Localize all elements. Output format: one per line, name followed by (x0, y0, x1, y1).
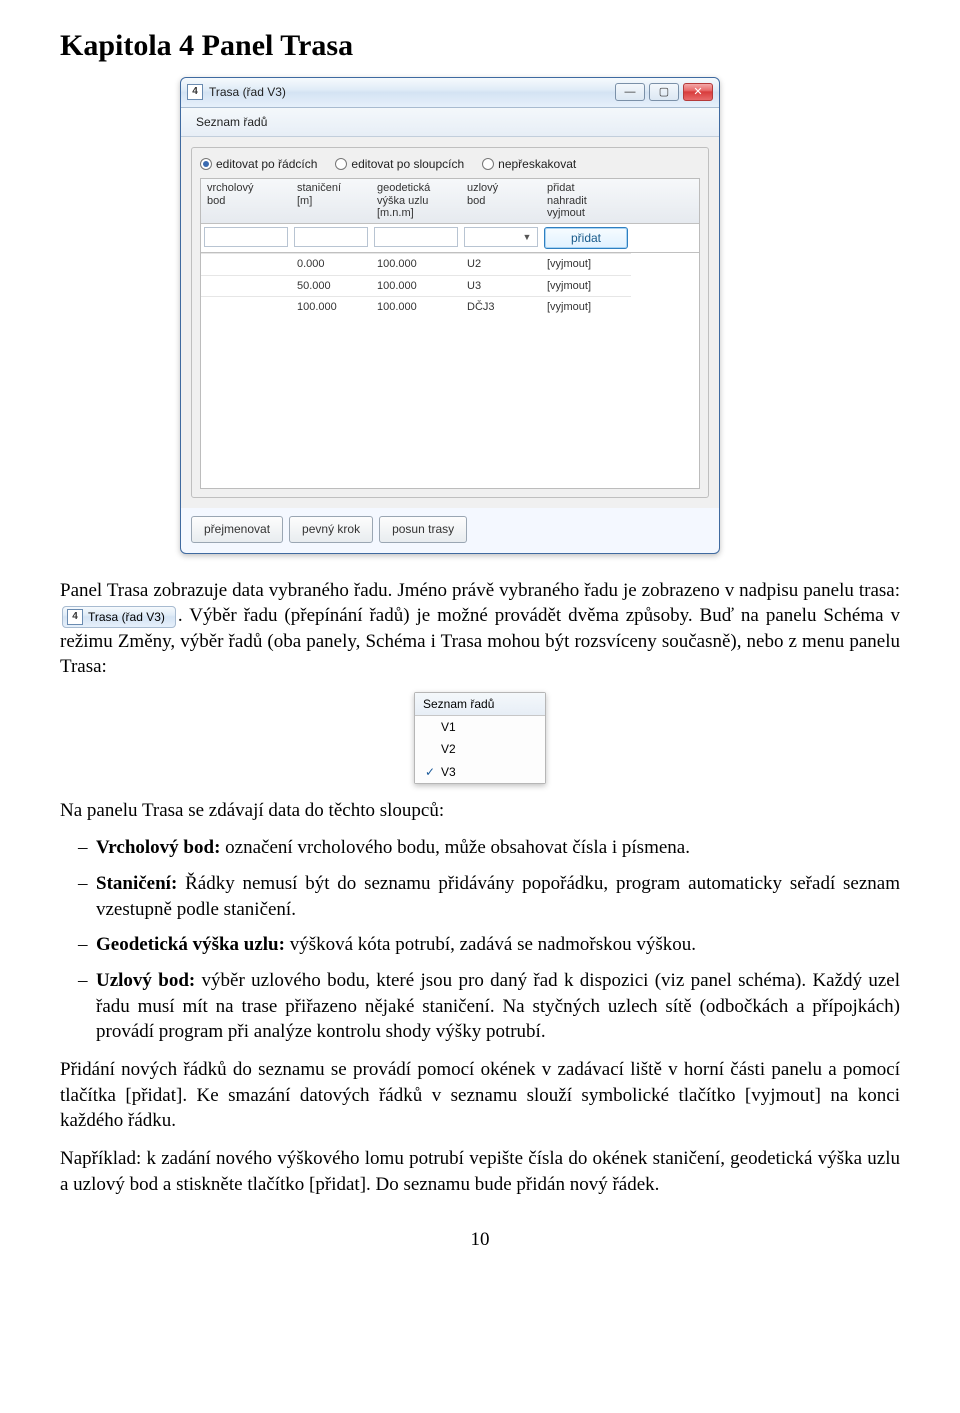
grid-header: vrcholovýbod staničení[m] geodetickávýšk… (201, 179, 699, 224)
data-grid: vrcholovýbod staničení[m] geodetickávýšk… (200, 178, 700, 489)
maximize-button[interactable]: ▢ (649, 83, 679, 101)
edit-group: editovat po řádcích editovat po sloupcíc… (191, 147, 709, 499)
col-vrcholovy-bod: vrcholovýbod (201, 179, 291, 223)
radio-icon (482, 158, 494, 170)
dropdown-option[interactable]: V2 (415, 738, 545, 760)
cell-uzl: DČJ3 (461, 296, 541, 318)
table-row: 50.000 100.000 U3 [vyjmout] (201, 275, 699, 297)
list-item: Uzlový bod: výběr uzlového bodu, které j… (60, 968, 900, 1045)
rename-button[interactable]: přejmenovat (191, 516, 283, 542)
window-title: Trasa (řad V3) (209, 84, 615, 100)
dropdown-header[interactable]: Seznam řadů (415, 693, 545, 716)
col-staniceni: staničení[m] (291, 179, 371, 223)
cell-vyska: 100.000 (371, 296, 461, 318)
inline-title-badge: 4 Trasa (řad V3) (62, 606, 176, 628)
cell-staniceni: 0.000 (291, 253, 371, 275)
menubar: Seznam řadů (181, 108, 719, 137)
table-row: 100.000 100.000 DČJ3 [vyjmout] (201, 296, 699, 318)
paragraph-1: Panel Trasa zobrazuje data vybraného řad… (60, 578, 900, 681)
shift-route-button[interactable]: posun trasy (379, 516, 467, 542)
fixed-step-button[interactable]: pevný krok (289, 516, 373, 542)
check-icon: ✓ (419, 764, 441, 780)
app-icon: 4 (187, 84, 203, 100)
cell-vyska: 100.000 (371, 275, 461, 297)
combo-uzlovy-bod[interactable]: ▼ (464, 227, 538, 247)
cell-uzl: U3 (461, 275, 541, 297)
radio-icon (200, 158, 212, 170)
radio-edit-cols[interactable]: editovat po sloupcích (335, 156, 464, 172)
radio-icon (335, 158, 347, 170)
dropdown-seznam-radu: Seznam řadů V1 V2 ✓ V3 (414, 692, 546, 784)
grid-input-row: ▼ přidat (201, 224, 699, 253)
cell-staniceni: 100.000 (291, 296, 371, 318)
chevron-down-icon: ▼ (520, 230, 534, 244)
menu-seznam-radu[interactable]: Seznam řadů (189, 111, 274, 133)
list-item: Vrcholový bod: označení vrcholového bodu… (60, 835, 900, 861)
add-button[interactable]: přidat (544, 227, 628, 249)
radio-no-skip[interactable]: nepřeskakovat (482, 156, 576, 172)
window-titlebar: 4 Trasa (řad V3) — ▢ ✕ (181, 78, 719, 108)
radio-label: nepřeskakovat (498, 156, 576, 172)
radio-edit-rows[interactable]: editovat po řádcích (200, 156, 317, 172)
window-trasa: 4 Trasa (řad V3) — ▢ ✕ Seznam řadů edito… (180, 77, 720, 554)
chapter-heading: Kapitola 4 Panel Trasa (60, 26, 900, 67)
cell-staniceni: 50.000 (291, 275, 371, 297)
list-item: Staničení: Řádky nemusí být do seznamu p… (60, 871, 900, 922)
col-uzlovy-bod: uzlovýbod (461, 179, 541, 223)
col-geodeticka-vyska: geodetickávýška uzlu[m.n.m] (371, 179, 461, 223)
row-remove-button[interactable]: [vyjmout] (541, 296, 631, 318)
dropdown-option[interactable]: V1 (415, 716, 545, 738)
paragraph-4: Například: k zadání nového výškového lom… (60, 1146, 900, 1197)
page-number: 10 (60, 1227, 900, 1253)
minimize-button[interactable]: — (615, 83, 645, 101)
row-remove-button[interactable]: [vyjmout] (541, 275, 631, 297)
cell-uzl: U2 (461, 253, 541, 275)
list-item: Geodetická výška uzlu: výšková kóta potr… (60, 932, 900, 958)
input-staniceni[interactable] (294, 227, 368, 247)
input-geodeticka-vyska[interactable] (374, 227, 458, 247)
radio-label: editovat po řádcích (216, 156, 317, 172)
bottom-buttons: přejmenovat pevný krok posun trasy (181, 508, 719, 552)
radio-label: editovat po sloupcích (351, 156, 464, 172)
paragraph-3: Přidání nových řádků do seznamu se prová… (60, 1057, 900, 1134)
app-icon: 4 (67, 609, 83, 625)
col-actions: přidatnahraditvyjmout (541, 179, 631, 223)
column-description-list: Vrcholový bod: označení vrcholového bodu… (60, 835, 900, 1044)
dropdown-option[interactable]: ✓ V3 (415, 761, 545, 783)
paragraph-2: Na panelu Trasa se zdávají data do těcht… (60, 798, 900, 824)
close-button[interactable]: ✕ (683, 83, 713, 101)
row-remove-button[interactable]: [vyjmout] (541, 253, 631, 275)
table-row: 0.000 100.000 U2 [vyjmout] (201, 253, 699, 275)
cell-vyska: 100.000 (371, 253, 461, 275)
input-vrcholovy-bod[interactable] (204, 227, 288, 247)
